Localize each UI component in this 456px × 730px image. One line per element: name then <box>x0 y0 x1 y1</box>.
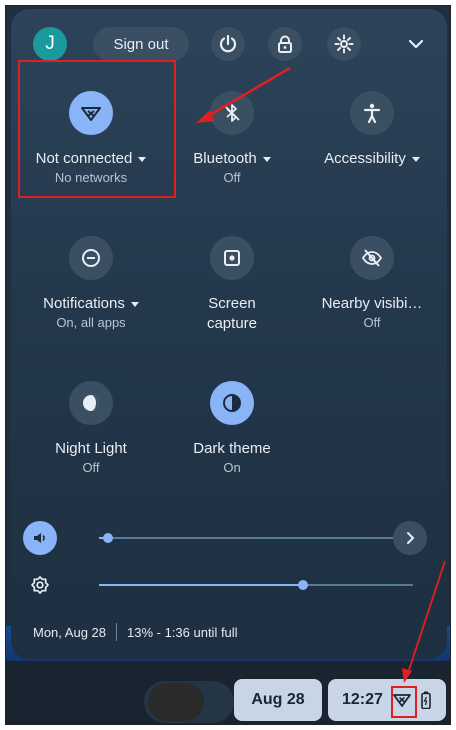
annotation-arrow-bottom <box>406 560 446 677</box>
annotation-arrow-top <box>202 66 291 121</box>
annotation-arrows <box>196 66 446 683</box>
annotation-arrowhead-top <box>196 110 214 123</box>
annotation-arrowhead-bottom <box>402 668 412 683</box>
screenshot-frame: J Sign out Not connected No networks Blu… <box>5 5 451 725</box>
